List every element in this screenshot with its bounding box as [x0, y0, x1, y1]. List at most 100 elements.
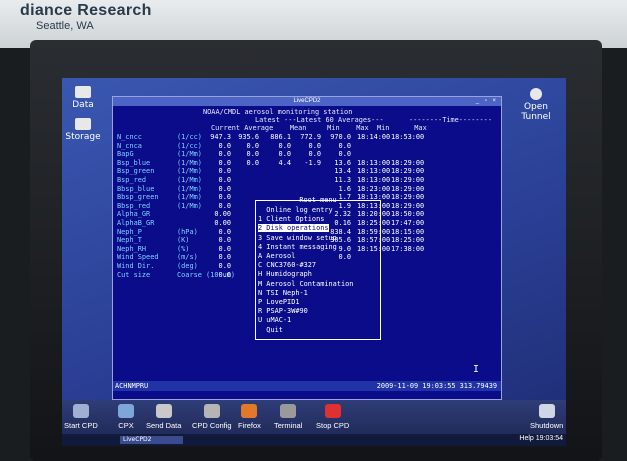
- menu-item[interactable]: Online log entry: [258, 206, 332, 214]
- launcher-cpx[interactable]: CPX: [118, 404, 134, 430]
- status-timestamp: 2009-11-09 19:03:55 313.79439: [376, 382, 497, 390]
- cell-t1: 18:13:00: [357, 193, 391, 202]
- cell-unit: (m/s): [177, 253, 198, 262]
- cell-name: N_cnca: [117, 141, 142, 150]
- cell-name: BapG: [117, 150, 134, 159]
- terminal-window[interactable]: LiveCPD2 _ ▫ × NOAA/CMDL aerosol monitor…: [112, 96, 502, 400]
- launcher-label: Send Data: [146, 421, 182, 430]
- menu-item[interactable]: 4 Instant messaging: [258, 243, 337, 251]
- menu-item[interactable]: M Aerosol Contamination: [258, 280, 353, 288]
- task-button-livecpd[interactable]: LiveCPD2: [120, 436, 183, 444]
- desktop: Data Storage Open Tunnel LiveCPD2 _ ▫ × …: [62, 78, 566, 446]
- cell-avg: 0.0: [246, 150, 259, 159]
- cell-name: Bbsp_blue: [117, 184, 155, 193]
- menu-item[interactable]: 3 Save window setup: [258, 234, 337, 242]
- cell-name: Bbsp_red: [117, 201, 151, 210]
- cell-t1: 18:25:00: [357, 219, 391, 227]
- menu-item[interactable]: A Aerosol: [258, 252, 295, 260]
- cell-avg: 935.6: [238, 133, 259, 141]
- cell-unit: (1/cc): [177, 133, 202, 141]
- menu-item[interactable]: N TSI Neph-1: [258, 289, 308, 297]
- terminal-body: NOAA/CMDL aerosol monitoring station Lat…: [113, 106, 501, 391]
- cell-t2: 18:29:00: [391, 184, 425, 193]
- cell-max: 1.7: [338, 193, 351, 202]
- cell-unit: (1/Mm): [177, 184, 202, 193]
- cell-unit: (deg): [177, 262, 198, 270]
- cell-cur: 0.0: [218, 227, 231, 236]
- cell-max: 0.0: [338, 253, 351, 262]
- cell-t1: 18:59:00: [357, 227, 391, 236]
- data-drive-icon[interactable]: Data: [68, 86, 98, 110]
- menu-item[interactable]: U uMAC-1: [258, 316, 291, 324]
- sign-title: diance Research: [20, 2, 152, 19]
- cell-t2: 18:29:00: [391, 193, 425, 202]
- cell-cur: 0.0: [218, 158, 231, 167]
- cell-name: Bsp_red: [117, 176, 147, 184]
- averages-heading: Latest ---Latest 60 Averages---: [255, 116, 384, 124]
- menu-item[interactable]: R PSAP-3W#90: [258, 307, 308, 315]
- mouse-cursor: I: [473, 364, 480, 375]
- cell-cur: 0.0: [218, 176, 231, 184]
- menu-item[interactable]: P LovePID1: [258, 298, 300, 306]
- cell-t1: 18:23:00: [357, 184, 391, 193]
- launcher-start-cpd[interactable]: Start CPD: [64, 404, 98, 430]
- cell-name: Bbsp_green: [117, 193, 159, 202]
- cell-min: 0.0: [308, 150, 321, 159]
- cell-unit: (1/cc): [177, 141, 202, 150]
- menu-item[interactable]: 1 Client Options: [258, 215, 324, 223]
- launcher-send-data[interactable]: Send Data: [146, 404, 181, 430]
- cell-max: 0.16: [334, 219, 351, 227]
- cell-max: 0.0: [338, 141, 351, 150]
- desktop-icon-label: Open Tunnel: [521, 102, 551, 122]
- cell-t1: 18:14:00: [357, 133, 391, 141]
- desktop-icon-label: Storage: [65, 132, 101, 142]
- cell-cur: 0.00: [214, 219, 231, 227]
- cell-name: Neph_P: [117, 227, 142, 236]
- launcher-firefox[interactable]: Firefox: [238, 404, 261, 430]
- cell-name: Alpha_GR: [117, 210, 151, 219]
- open-tunnel-icon[interactable]: Open Tunnel: [508, 88, 564, 122]
- cell-unit: (1/Mm): [177, 158, 202, 167]
- cell-unit: (1/Mm): [177, 167, 202, 176]
- launcher-icon: [118, 404, 134, 418]
- launcher-stop-cpd[interactable]: Stop CPD: [316, 404, 349, 430]
- power-icon: [538, 404, 555, 418]
- cell-unit: (hPa): [177, 227, 198, 236]
- cell-name: Neph_T: [117, 236, 142, 245]
- cell-t2: 18:29:00: [391, 158, 425, 167]
- desktop-icon-label: Data: [72, 100, 94, 110]
- drive-icon: [75, 118, 91, 130]
- menu-item[interactable]: H Humidograph: [258, 270, 312, 278]
- window-titlebar[interactable]: LiveCPD2 _ ▫ ×: [113, 97, 501, 106]
- cell-t1: 18:57:00: [357, 236, 391, 245]
- cell-max: 0.0: [338, 150, 351, 159]
- cell-name: N_cncc: [117, 133, 142, 141]
- status-flags: ACHNMPRU: [115, 382, 149, 390]
- cell-avg: 0.0: [246, 158, 259, 167]
- cell-name: AlphaB_GR: [117, 219, 155, 227]
- menu-item[interactable]: C CNC3760-#327: [258, 261, 316, 269]
- cell-min: 0.0: [308, 141, 321, 150]
- cell-t2: 18:29:00: [391, 176, 425, 184]
- launcher-terminal[interactable]: Terminal: [274, 404, 302, 430]
- cell-t1: 18:13:00: [357, 176, 391, 184]
- window-controls[interactable]: _ ▫ ×: [476, 97, 498, 106]
- cell-cur: 0.0: [218, 184, 231, 193]
- menu-item[interactable]: Quit: [258, 326, 283, 334]
- cell-t2: 18:15:00: [391, 227, 425, 236]
- status-bar: ACHNMPRU 2009-11-09 19:03:55 313.79439: [113, 381, 501, 391]
- storage-drive-icon[interactable]: Storage: [64, 118, 102, 142]
- cell-mean: 0.0: [278, 141, 291, 150]
- cell-unit: (%): [177, 244, 190, 253]
- bottom-panel: LiveCPD2 Help 19:03:54: [62, 434, 566, 446]
- cell-name: Bsp_green: [117, 167, 155, 176]
- cell-t1: 18:20:00: [357, 210, 391, 219]
- menu-item[interactable]: 2 Disk operations: [258, 224, 329, 233]
- launcher-cpd-config[interactable]: CPD Config: [192, 404, 232, 430]
- shutdown-button[interactable]: Shutdown: [530, 404, 563, 430]
- cell-max: 1.9: [338, 201, 351, 210]
- cell-t2: 18:29:00: [391, 201, 425, 210]
- cell-unit: (1/Mm): [177, 176, 202, 184]
- panel-clock: Help 19:03:54: [519, 435, 563, 442]
- cell-name: Cut size: [117, 270, 151, 279]
